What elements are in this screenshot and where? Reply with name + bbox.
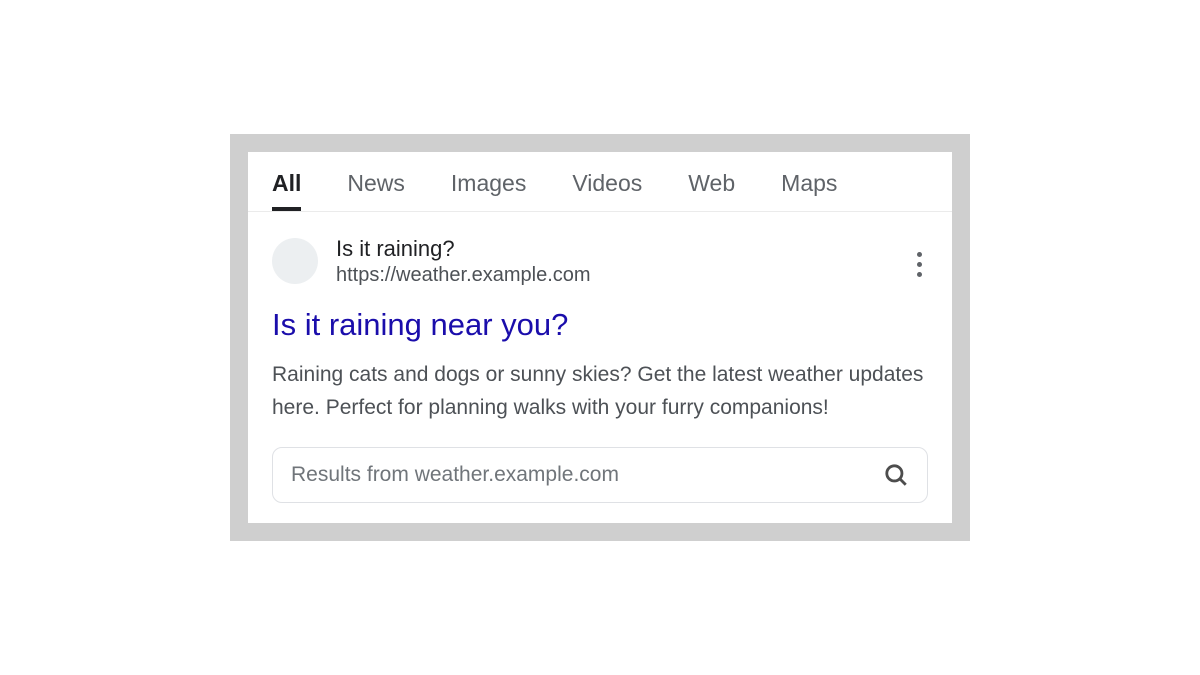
search-result: Is it raining? https://weather.example.c… [248,212,952,522]
result-title-link[interactable]: Is it raining near you? [272,307,928,343]
site-url: https://weather.example.com [336,264,591,287]
sitelinks-search-input[interactable] [291,463,871,487]
tab-web[interactable]: Web [688,170,735,211]
tab-images[interactable]: Images [451,170,526,211]
favicon-placeholder-icon [272,238,318,284]
tab-videos[interactable]: Videos [572,170,642,211]
outer-frame: All News Images Videos Web Maps Is it ra… [230,134,970,540]
sitelinks-search-box[interactable] [272,447,928,503]
tab-all[interactable]: All [272,170,301,211]
result-snippet: Raining cats and dogs or sunny skies? Ge… [272,359,928,424]
site-name: Is it raining? [336,236,591,262]
result-header: Is it raining? https://weather.example.c… [272,236,928,287]
search-icon[interactable] [883,462,909,488]
search-result-card: All News Images Videos Web Maps Is it ra… [248,152,952,522]
tab-maps[interactable]: Maps [781,170,837,211]
tab-news[interactable]: News [347,170,405,211]
search-tabs: All News Images Videos Web Maps [248,152,952,212]
site-info: Is it raining? https://weather.example.c… [336,236,591,287]
more-options-icon[interactable] [911,246,928,283]
